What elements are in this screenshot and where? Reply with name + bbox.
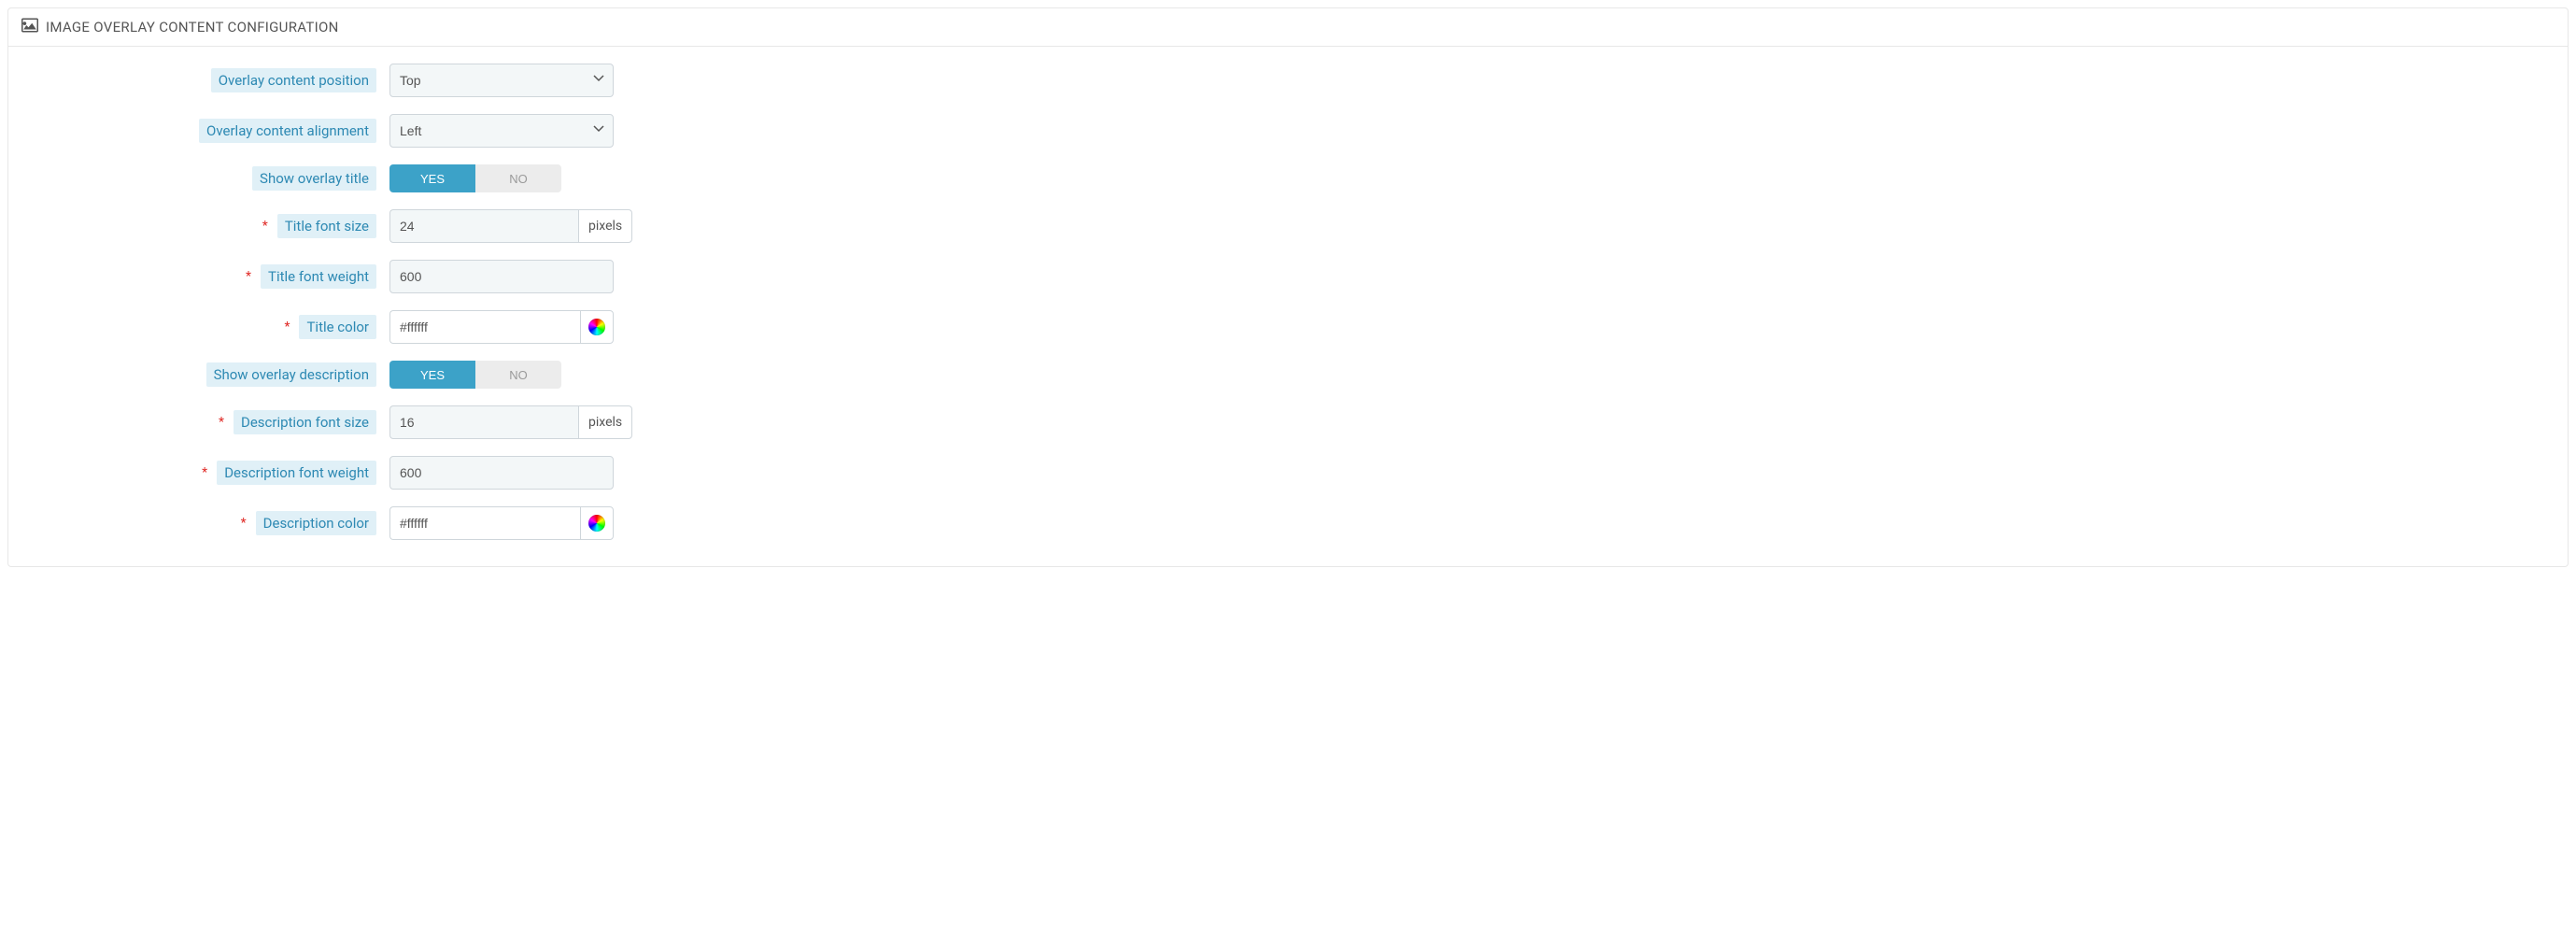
- row-overlay-alignment: Overlay content alignment: [21, 114, 2555, 148]
- show-title-no-button[interactable]: NO: [475, 164, 561, 192]
- label-col: * Title color: [21, 315, 389, 339]
- label-show-description: Show overlay description: [206, 362, 376, 387]
- title-color-input[interactable]: [389, 310, 580, 344]
- panel-title: IMAGE OVERLAY CONTENT CONFIGURATION: [46, 19, 339, 36]
- image-icon: [21, 18, 46, 36]
- row-title-font-size: * Title font size pixels: [21, 209, 2555, 243]
- input-group: pixels: [389, 209, 614, 243]
- label-desc-color: Description color: [256, 511, 376, 535]
- label-col: Show overlay description: [21, 362, 389, 387]
- row-show-description: Show overlay description YES NO: [21, 361, 2555, 389]
- control-col: YES NO: [389, 164, 561, 192]
- pixels-addon: pixels: [578, 209, 632, 243]
- label-col: * Description color: [21, 511, 389, 535]
- show-description-toggle: YES NO: [389, 361, 561, 389]
- title-font-weight-input[interactable]: [389, 260, 614, 293]
- image-overlay-config-panel: IMAGE OVERLAY CONTENT CONFIGURATION Over…: [7, 7, 2569, 567]
- label-overlay-alignment: Overlay content alignment: [199, 119, 376, 143]
- show-title-yes-button[interactable]: YES: [389, 164, 475, 192]
- label-desc-font-weight: Description font weight: [217, 461, 376, 485]
- row-overlay-position: Overlay content position: [21, 64, 2555, 97]
- control-col: [389, 506, 614, 540]
- desc-color-input[interactable]: [389, 506, 580, 540]
- overlay-alignment-select[interactable]: [389, 114, 614, 148]
- select-wrap: [389, 114, 614, 148]
- label-col: Overlay content alignment: [21, 119, 389, 143]
- required-marker: *: [241, 516, 247, 531]
- label-overlay-position: Overlay content position: [211, 68, 376, 92]
- row-title-font-weight: * Title font weight: [21, 260, 2555, 293]
- label-col: * Title font size: [21, 214, 389, 238]
- row-desc-color: * Description color: [21, 506, 2555, 540]
- label-title-color: Title color: [299, 315, 376, 339]
- required-marker: *: [284, 320, 290, 334]
- title-font-size-input[interactable]: [389, 209, 578, 243]
- panel-body: Overlay content position Overlay content…: [8, 47, 2568, 566]
- overlay-position-select[interactable]: [389, 64, 614, 97]
- control-col: [389, 114, 614, 148]
- control-col: YES NO: [389, 361, 561, 389]
- required-marker: *: [246, 269, 251, 284]
- color-wheel-icon: [588, 319, 605, 335]
- row-desc-font-weight: * Description font weight: [21, 456, 2555, 490]
- control-col: [389, 260, 614, 293]
- desc-color-picker-button[interactable]: [580, 506, 614, 540]
- control-col: pixels: [389, 405, 614, 439]
- color-wheel-icon: [588, 515, 605, 532]
- show-title-toggle: YES NO: [389, 164, 561, 192]
- color-group: [389, 310, 614, 344]
- label-title-font-weight: Title font weight: [261, 264, 376, 289]
- control-col: [389, 64, 614, 97]
- color-group: [389, 506, 614, 540]
- label-col: * Description font weight: [21, 461, 389, 485]
- label-col: Show overlay title: [21, 166, 389, 191]
- row-show-title: Show overlay title YES NO: [21, 164, 2555, 192]
- show-description-yes-button[interactable]: YES: [389, 361, 475, 389]
- input-group: pixels: [389, 405, 614, 439]
- show-description-no-button[interactable]: NO: [475, 361, 561, 389]
- control-col: [389, 456, 614, 490]
- panel-header: IMAGE OVERLAY CONTENT CONFIGURATION: [8, 8, 2568, 47]
- row-title-color: * Title color: [21, 310, 2555, 344]
- required-marker: *: [202, 465, 207, 480]
- control-col: [389, 310, 614, 344]
- label-title-font-size: Title font size: [277, 214, 376, 238]
- label-col: * Title font weight: [21, 264, 389, 289]
- control-col: pixels: [389, 209, 614, 243]
- label-show-title: Show overlay title: [252, 166, 376, 191]
- label-col: Overlay content position: [21, 68, 389, 92]
- title-color-picker-button[interactable]: [580, 310, 614, 344]
- row-desc-font-size: * Description font size pixels: [21, 405, 2555, 439]
- label-desc-font-size: Description font size: [234, 410, 376, 434]
- desc-font-size-input[interactable]: [389, 405, 578, 439]
- pixels-addon: pixels: [578, 405, 632, 439]
- desc-font-weight-input[interactable]: [389, 456, 614, 490]
- select-wrap: [389, 64, 614, 97]
- label-col: * Description font size: [21, 410, 389, 434]
- required-marker: *: [219, 415, 224, 430]
- required-marker: *: [262, 219, 268, 234]
